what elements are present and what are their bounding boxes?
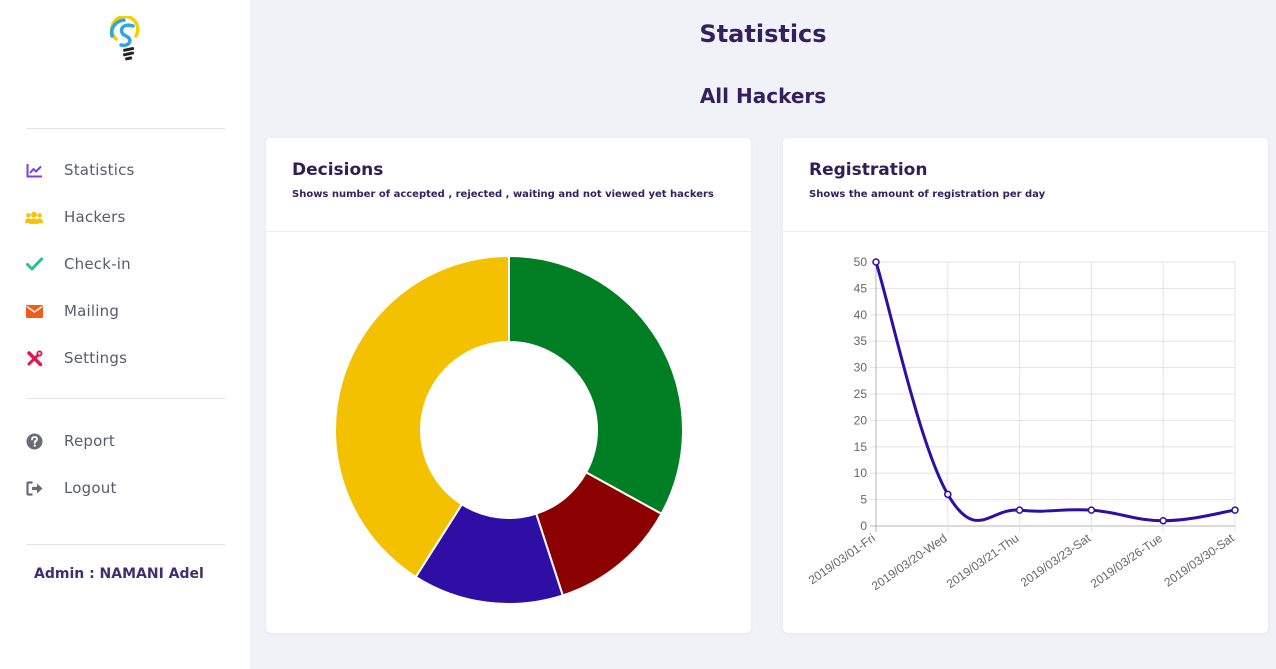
y-tick-label: 45 [854,281,868,295]
check-icon [25,255,43,273]
registration-title: Registration [809,160,928,180]
sidebar-item-hackers[interactable]: Hackers [25,203,125,231]
envelope-icon [25,302,43,320]
sidebar-item-check-in[interactable]: Check-in [25,250,131,278]
admin-name: Admin : NAMANI Adel [34,566,204,582]
x-tick-label: 2019/03/23-Sat [1018,531,1094,590]
y-tick-label: 50 [854,255,868,269]
chart-line-icon [25,161,43,179]
sidebar-item-logout[interactable]: Logout [25,474,117,502]
sidebar-item-label: Statistics [64,161,135,179]
sidebar-divider [26,398,225,399]
page-title: Statistics [699,20,827,48]
sidebar-item-statistics[interactable]: Statistics [25,156,135,184]
app-logo[interactable] [106,14,144,62]
y-tick-label: 15 [854,440,868,454]
decisions-card: Decisions Shows number of accepted , rej… [266,138,751,633]
data-point[interactable] [944,490,952,499]
x-tick-label: 2019/03/26-Tue [1088,531,1165,591]
y-tick-label: 30 [854,361,868,375]
y-tick-label: 0 [860,519,867,533]
data-point[interactable] [1159,516,1167,525]
page-subtitle: All Hackers [699,84,827,108]
data-point[interactable] [1087,506,1096,514]
sidebar: Statistics Hackers Check-in Mailing Sett… [0,0,250,669]
registration-card-header: Registration Shows the amount of registr… [783,138,1268,232]
decisions-title: Decisions [292,160,384,180]
question-circle-icon [25,432,43,450]
sidebar-item-settings[interactable]: Settings [25,344,127,372]
x-tick-label: 2019/03/30-Sat [1161,531,1237,590]
lightbulb-logo-icon [109,14,140,61]
registration-card: Registration Shows the amount of registr… [783,138,1268,633]
sidebar-item-mailing[interactable]: Mailing [25,297,119,325]
sidebar-item-label: Check-in [64,255,131,273]
decisions-card-header: Decisions Shows number of accepted , rej… [266,138,751,232]
y-tick-label: 10 [854,466,868,480]
sidebar-divider [26,128,225,129]
registration-description: Shows the amount of registration per day [809,189,1046,200]
sidebar-divider [26,544,225,545]
decisions-doughnut-chart [334,254,684,605]
x-tick-label: 2019/03/20-Wed [869,531,950,593]
sidebar-item-report[interactable]: Report [25,427,115,455]
data-point[interactable] [1015,506,1024,514]
y-tick-label: 40 [854,308,868,322]
y-tick-label: 25 [854,387,868,401]
users-icon [25,208,43,226]
y-tick-label: 35 [854,334,868,348]
sidebar-item-label: Mailing [64,302,120,320]
x-tick-label: 2019/03/01-Fri [806,531,878,587]
doughnut-slice[interactable] [508,254,684,516]
y-tick-label: 5 [860,493,867,507]
registration-line-chart: 051015202530354045502019/03/01-Fri2019/0… [806,255,1239,593]
tools-icon [25,349,43,367]
sidebar-item-label: Hackers [64,208,126,226]
sign-out-icon [25,479,43,497]
data-point[interactable] [872,258,880,266]
sidebar-item-label: Logout [64,479,117,497]
x-tick-label: 2019/03/21-Thu [944,531,1021,591]
sidebar-item-label: Report [64,432,115,450]
sidebar-item-label: Settings [64,349,128,367]
decisions-description: Shows number of accepted , rejected , wa… [292,189,714,200]
y-tick-label: 20 [854,413,868,427]
registration-series-line [874,261,1236,523]
data-point[interactable] [1231,506,1239,514]
